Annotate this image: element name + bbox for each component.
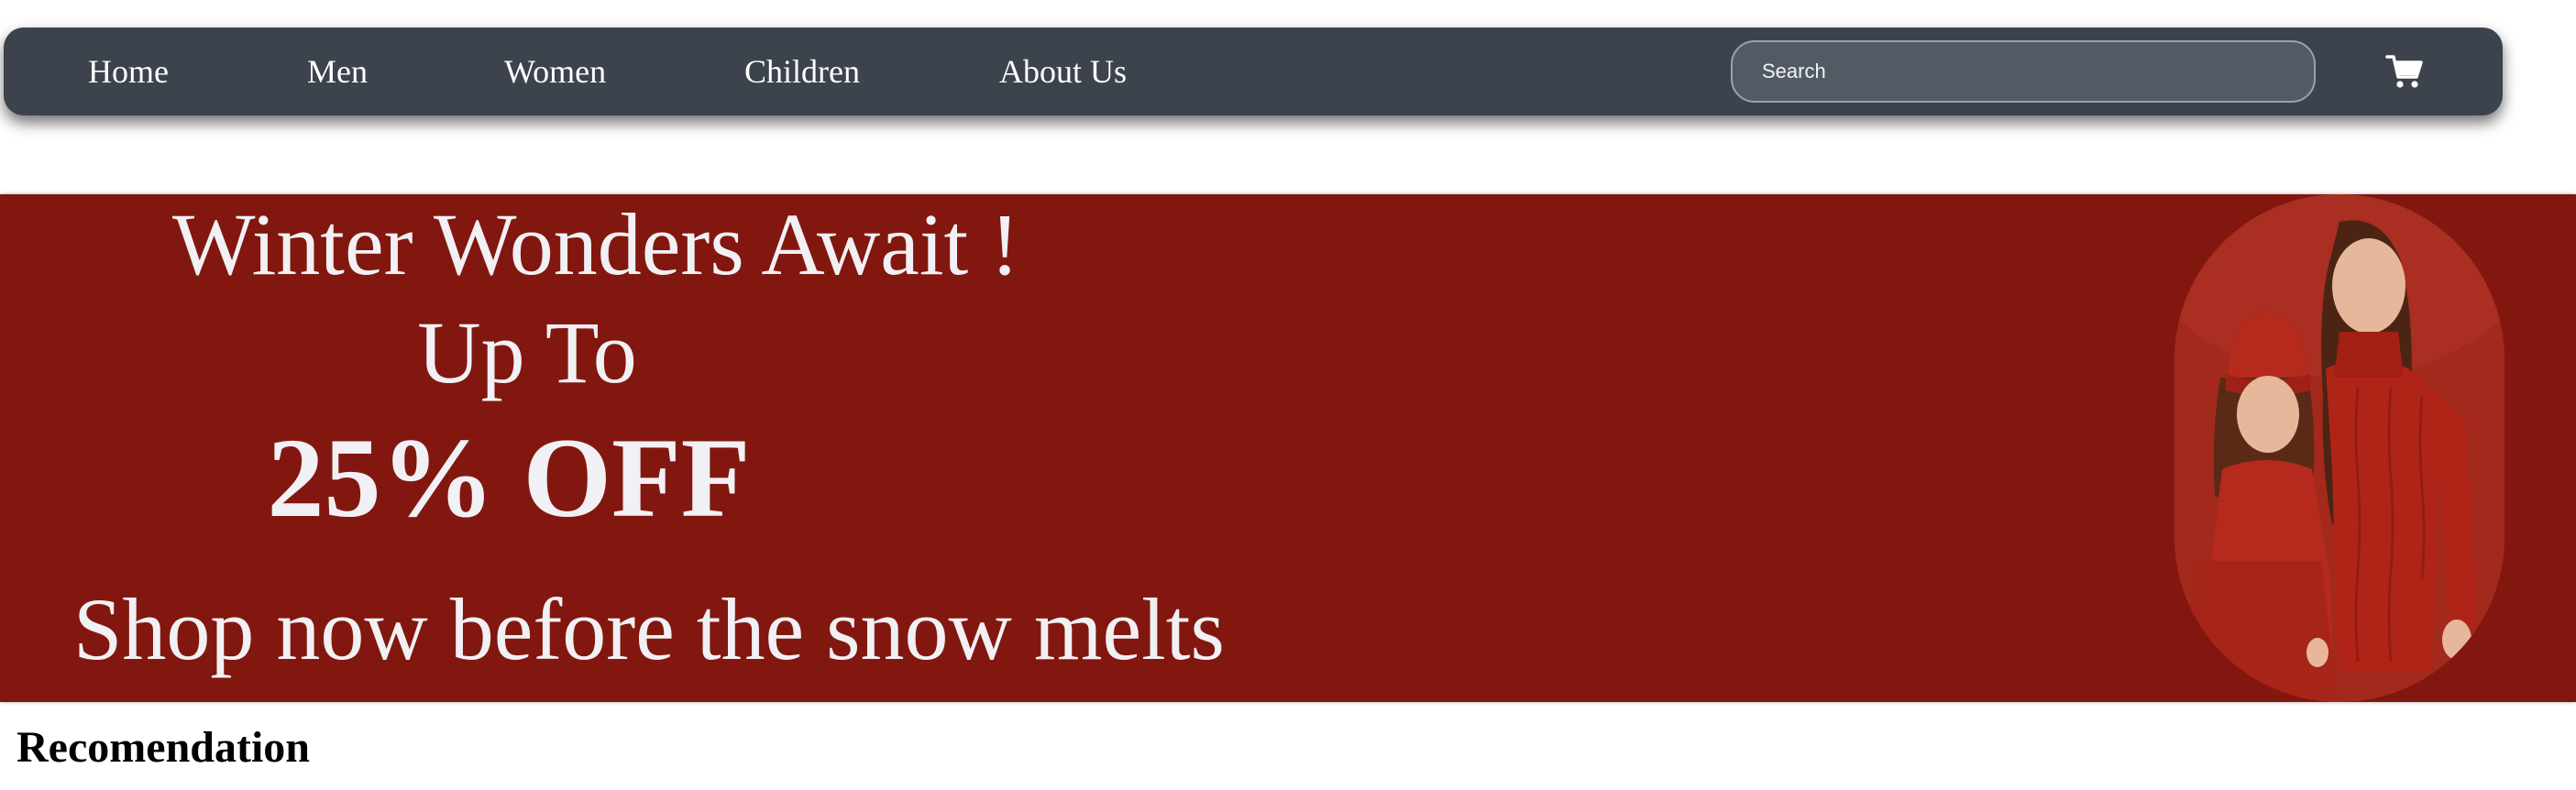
nav-link-children[interactable]: Children <box>744 27 860 115</box>
search-input[interactable] <box>1731 40 2316 103</box>
shopping-cart-icon[interactable] <box>2385 53 2424 90</box>
hero-tagline: Shop now before the snow melts <box>73 580 1225 678</box>
top-navbar: Home Men Women Children About Us <box>4 27 2503 115</box>
nav-link-women[interactable]: Women <box>504 27 606 115</box>
hero-image <box>2174 194 2504 702</box>
page: Home Men Women Children About Us Winter … <box>0 0 2576 790</box>
hero-discount: 25% OFF <box>267 415 751 541</box>
nav-link-about-us[interactable]: About Us <box>999 27 1127 115</box>
recommendation-heading: Recomendation <box>17 723 310 772</box>
hero-banner[interactable]: Winter Wonders Await ! Up To 25% OFF Sho… <box>0 194 2576 702</box>
nav-link-home[interactable]: Home <box>88 27 169 115</box>
hero-headline: Winter Wonders Await ! <box>171 195 1020 293</box>
nav-link-men[interactable]: Men <box>307 27 368 115</box>
two-girls-red-knitwear-photo <box>2174 194 2504 702</box>
hero-subheadline: Up To <box>417 303 637 401</box>
